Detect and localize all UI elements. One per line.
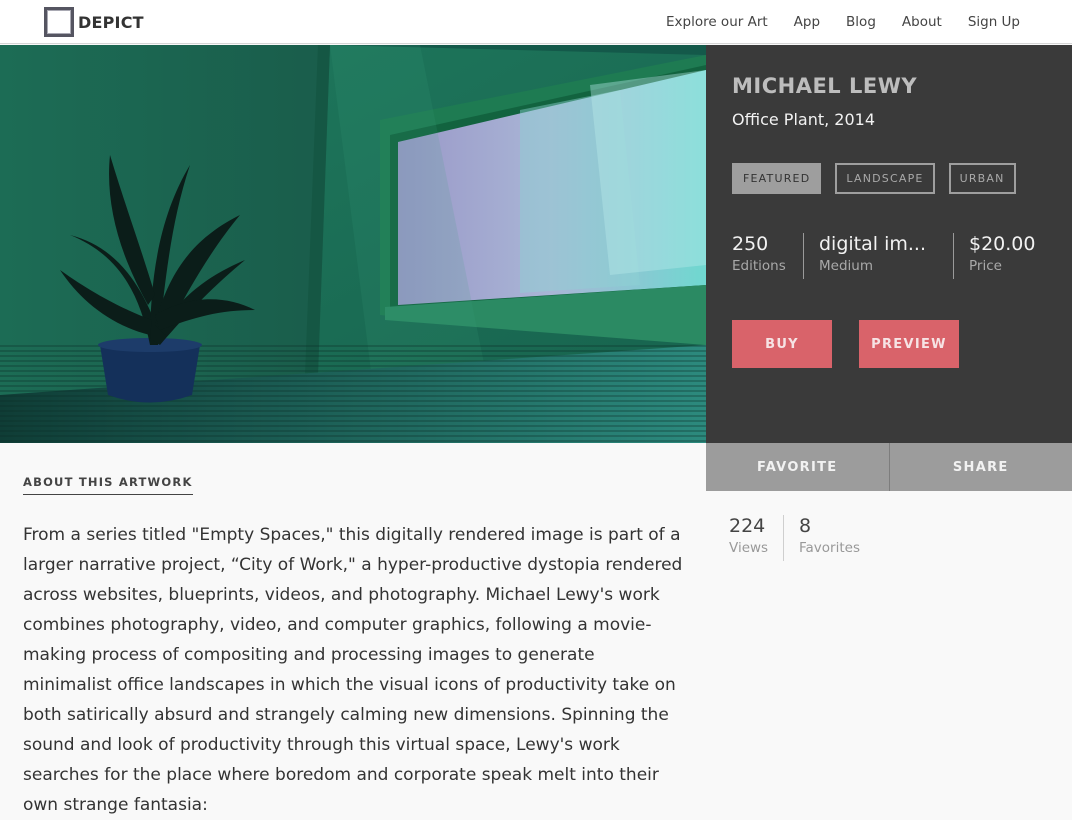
tag-list: FEATURED LANDSCAPE URBAN [732,163,1030,194]
artwork-image[interactable] [0,45,706,443]
tag-landscape[interactable]: LANDSCAPE [835,163,934,194]
stat-divider [803,233,804,279]
medium-stat: digital im... Medium [819,233,937,279]
about-heading: ABOUT THIS ARTWORK [23,475,193,495]
nav-explore-art[interactable]: Explore our Art [666,14,768,30]
editions-stat: 250 Editions [732,233,794,279]
nav-app[interactable]: App [794,14,820,30]
views-stat: 224 Views [729,515,768,556]
price-label: Price [969,258,1049,274]
editions-label: Editions [732,258,794,274]
views-label: Views [729,540,768,556]
buy-button[interactable]: BUY [732,320,832,368]
views-value: 224 [729,515,768,537]
preview-button[interactable]: PREVIEW [859,320,959,368]
logo[interactable]: DEPICT [44,7,144,37]
stat-divider [953,233,954,279]
action-bar: FAVORITE SHARE [706,443,1072,491]
nav-about[interactable]: About [902,14,942,30]
medium-label: Medium [819,258,937,274]
nav-blog[interactable]: Blog [846,14,876,30]
favorites-label: Favorites [799,540,860,556]
tag-featured[interactable]: FEATURED [732,163,821,194]
artwork-info-panel: MICHAEL LEWY Office Plant, 2014 FEATURED… [706,45,1072,443]
medium-value: digital im... [819,233,937,255]
about-description: From a series titled "Empty Spaces," thi… [23,520,687,820]
brand-name: DEPICT [78,13,144,32]
depict-square-logo-icon [44,7,74,37]
favorites-stat: 8 Favorites [799,515,860,556]
artwork-stats: 250 Editions digital im... Medium $20.00… [732,233,1052,279]
artwork-title: Office Plant, 2014 [732,110,875,129]
price-value: $20.00 [969,233,1049,255]
main-nav: Explore our Art App Blog About Sign Up [640,0,1020,44]
tag-urban[interactable]: URBAN [949,163,1016,194]
share-button[interactable]: SHARE [889,443,1072,491]
top-navigation-bar: DEPICT Explore our Art App Blog About Si… [0,0,1072,44]
artist-name[interactable]: MICHAEL LEWY [732,74,917,98]
price-stat: $20.00 Price [969,233,1049,279]
editions-value: 250 [732,233,794,255]
stat-divider [783,515,784,561]
engagement-stats: 224 Views 8 Favorites [729,515,1029,561]
favorites-value: 8 [799,515,860,537]
favorite-button[interactable]: FAVORITE [706,443,889,491]
nav-sign-up[interactable]: Sign Up [968,14,1020,30]
artwork-render [0,45,706,443]
